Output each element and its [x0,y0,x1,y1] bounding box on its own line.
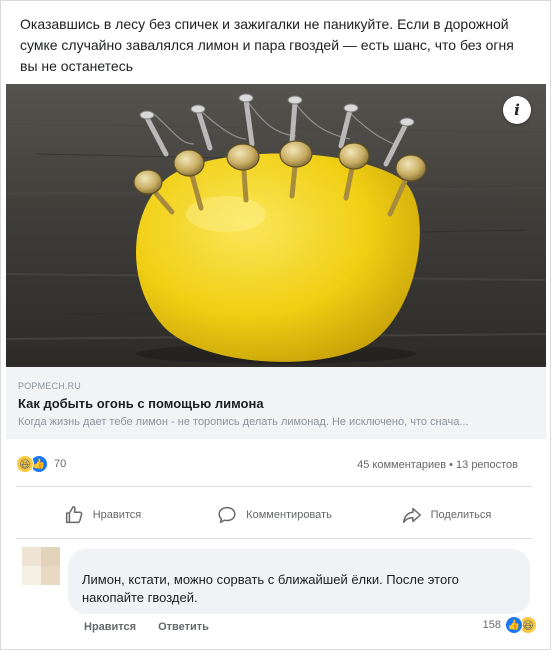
comment-icon [218,506,236,524]
haha-reaction-icon: 😆 [16,455,34,473]
link-preview[interactable]: POPMECH.RU Как добыть огонь с помощью ли… [6,367,546,439]
avatar[interactable] [22,547,60,585]
reactions-summary[interactable]: 😆 👍 70 [16,455,66,473]
comment-like-button[interactable]: Нравится [84,621,136,633]
comment-button[interactable]: Комментировать [188,496,360,534]
like-button[interactable]: Нравится [16,496,188,534]
comment-reactions[interactable]: 158 👍 😆 [483,616,537,634]
comment-label: Комментировать [246,509,332,521]
comment-reply-button[interactable]: Ответить [158,621,209,633]
like-label: Нравится [92,509,142,521]
lemon-with-nails-image [6,84,546,367]
link-domain: POPMECH.RU [18,381,82,391]
comment-text: Лимон, кстати, можно сорвать с ближайшей… [82,572,459,605]
like-reaction-icon: 👍 [505,616,523,634]
post-stats: 😆 👍 70 45 комментариев • 13 репостов [16,453,532,477]
reaction-count: 70 [54,458,67,470]
comment-bubble: Лимон, кстати, можно сорвать с ближайшей… [68,549,530,614]
post-actions: Нравится Комментировать Поделиться [16,496,532,534]
comment-actions: Нравится Ответить [84,621,209,633]
comment-reaction-count: 158 [482,619,501,631]
info-icon[interactable]: i [503,96,531,124]
link-description: Когда жизнь дает тебе лимон - не торопис… [18,416,469,428]
post-image[interactable] [6,84,546,367]
comments-reposts-count[interactable]: 45 комментариев • 13 репостов [357,459,518,471]
divider [16,538,532,539]
thumbs-up-icon [65,506,83,524]
pixelated-avatar-icon [22,547,60,585]
post-text: Оказавшись в лесу без спичек и зажигалки… [20,16,514,74]
share-icon [402,507,421,524]
share-button[interactable]: Поделиться [360,496,532,534]
link-title[interactable]: Как добыть огонь с помощью лимона [18,396,534,412]
divider [16,486,532,487]
share-label: Поделиться [430,509,492,521]
